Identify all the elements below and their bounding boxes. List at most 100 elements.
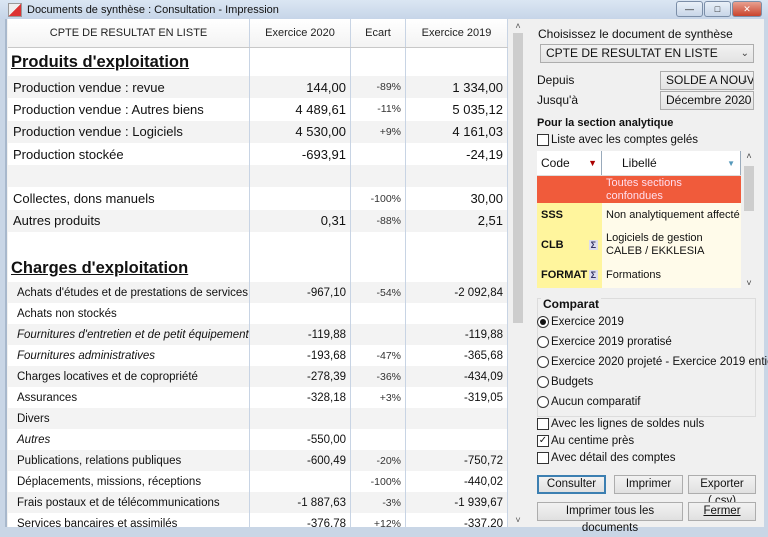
row-label: Déplacements, missions, réceptions [8,471,250,493]
table-row[interactable]: Achats d'études et de prestations de ser… [8,282,508,304]
section-row[interactable]: FORMAT Σ Formations [537,262,741,288]
section-row[interactable]: SSS Non analytiquement affecté [537,203,741,227]
value-2020: -328,18 [250,387,351,409]
export-csv-button[interactable]: Exporter (.csv) [688,475,756,507]
comparat-radio[interactable]: Aucun comparatif [537,396,641,408]
grid-scrollbar[interactable]: ˄ ˅ [742,151,756,288]
section-code-value: FORMAT [541,269,588,281]
table-row[interactable]: Production vendue : Logiciels 4 530,00 +9%… [8,120,508,143]
close-dialog-button[interactable]: Fermer [688,502,756,521]
grid-header-label[interactable]: Libellé ▼ [602,151,741,175]
table-row[interactable]: Assurances -328,18 +3% -319,05 [8,387,508,409]
value-2020 [250,408,351,430]
table-row[interactable]: Services bancaires et assimilés -376,78 +1… [8,513,508,527]
col-header-ecart[interactable]: Ecart [351,19,406,47]
document-select[interactable]: CPTE DE RESULTAT EN LISTE ⌄ [540,44,754,63]
print-button[interactable]: Imprimer [614,475,683,494]
table-scrollbar[interactable]: ˄ ˅ [510,19,526,527]
radio-button[interactable] [537,336,549,348]
table-row[interactable]: Production stockée -693,91 -24,19 [8,142,508,166]
scroll-down-icon[interactable]: ˅ [742,278,756,288]
radio-button[interactable] [537,396,549,408]
col-header-2020[interactable]: Exercice 2020 [250,19,351,47]
table-row[interactable] [8,232,508,255]
close-button[interactable]: ✕ [732,1,762,17]
consult-button[interactable]: Consulter [537,475,606,494]
table-row[interactable]: Achats non stockés [8,303,508,325]
table-row[interactable]: Autres produits 0,31 -88% 2,51 [8,209,508,233]
value-2019: -24,19 [406,142,508,166]
scroll-up-icon[interactable]: ˄ [510,21,526,31]
value-2019: -434,09 [406,366,508,388]
row-label: Frais postaux et de télécommunications [8,492,250,514]
checkbox-box[interactable] [537,452,549,464]
report-table: CPTE DE RESULTAT EN LISTE Exercice 2020 … [8,19,508,527]
ecart-value [351,429,406,451]
scroll-thumb[interactable] [513,33,523,323]
ecart-value: -100% [351,187,406,210]
scroll-up-icon[interactable]: ˄ [742,151,756,161]
ecart-value: -20% [351,450,406,472]
chevron-down-icon: ⌄ [740,95,749,106]
table-row[interactable] [8,165,508,188]
value-2019: -440,02 [406,471,508,493]
row-label: Services bancaires et assimilés [8,513,250,527]
row-label: Divers [8,408,250,430]
section-label: Formations [602,262,741,288]
checkbox-box[interactable] [537,134,549,146]
ecart-value [351,142,406,166]
comparat-radio[interactable]: Exercice 2019 [537,316,624,328]
scroll-thumb[interactable] [744,166,754,211]
frozen-accounts-label: Liste avec les comptes gelés [551,134,699,147]
table-row[interactable]: Collectes, dons manuels -100% 30,00 [8,187,508,210]
to-select[interactable]: Décembre 2020 ⌄ [660,91,754,110]
comparat-radio[interactable]: Budgets [537,376,593,388]
section-code-value: SSS [541,209,564,221]
maximize-button[interactable]: □ [704,1,731,17]
table-row[interactable]: Fournitures d'entretien et de petit équi… [8,324,508,346]
radio-button[interactable] [537,356,549,368]
table-row[interactable]: Production vendue : Autres biens 4 489,61… [8,98,508,121]
option-checkbox[interactable]: Avec détail des comptes [537,452,675,464]
window-title: Documents de synthèse : Consultation - I… [27,3,279,16]
section-label: Pour la section analytique [537,117,674,129]
section-heading: Charges d'exploitation [8,254,250,283]
label-header-label: Libellé [622,156,657,170]
option-checkbox[interactable]: Avec les lignes de soldes nuls [537,418,704,430]
print-all-button[interactable]: Imprimer tous les documents [537,502,683,534]
checkbox-box[interactable]: ✓ [537,435,549,447]
section-row[interactable]: Toutes sections confondues [537,176,741,203]
table-row[interactable]: Frais postaux et de télécommunications -1… [8,492,508,514]
col-header-label[interactable]: CPTE DE RESULTAT EN LISTE [8,19,250,47]
radio-button[interactable] [537,316,549,328]
sections-grid: Code ▼ Libellé ▼ Toutes sections confondue… [537,151,741,288]
options-panel: Choisissez le document de synthèse CPTE … [530,19,768,534]
option-checkbox[interactable]: ✓ Au centime près [537,435,634,447]
frozen-accounts-checkbox[interactable]: Liste avec les comptes gelés [537,134,698,146]
col-header-2019[interactable]: Exercice 2019 [406,19,508,47]
table-row[interactable]: Divers [8,408,508,430]
section-label: Toutes sections confondues [602,176,741,203]
table-row[interactable]: Publications, relations publiques -600,49… [8,450,508,472]
radio-button[interactable] [537,376,549,388]
table-row[interactable]: Charges locatives et de copropriété -278,… [8,366,508,388]
value-2020: -376,78 [250,513,351,527]
row-label [8,165,250,188]
table-row[interactable]: Autres -550,00 [8,429,508,451]
value-2019: -2 092,84 [406,282,508,304]
section-label: Logiciels de gestion CALEB / EKKLESIA [602,227,741,262]
table-row[interactable]: Fournitures administratives -193,68 -47% -3… [8,345,508,367]
checkbox-box[interactable] [537,418,549,430]
table-row[interactable]: Production vendue : revue 144,00 -89% 1 334… [8,76,508,99]
title-bar: Documents de synthèse : Consultation - I… [0,0,768,19]
grid-header-code[interactable]: Code ▼ [537,151,602,175]
minimize-button[interactable]: — [676,1,703,17]
comparat-radio[interactable]: Exercice 2020 projeté - Exercice 2019 en… [537,356,768,368]
empty-cell [406,254,508,283]
table-row[interactable]: Déplacements, missions, réceptions -100% -… [8,471,508,493]
section-row[interactable]: CLB Σ Logiciels de gestion CALEB / EKKLESI… [537,227,741,262]
comparat-radio[interactable]: Exercice 2019 proratisé [537,336,672,348]
option-label: Au centime près [551,435,635,448]
scroll-down-icon[interactable]: ˅ [510,515,526,525]
from-select[interactable]: SOLDE A NOUV. ⌄ [660,71,754,90]
